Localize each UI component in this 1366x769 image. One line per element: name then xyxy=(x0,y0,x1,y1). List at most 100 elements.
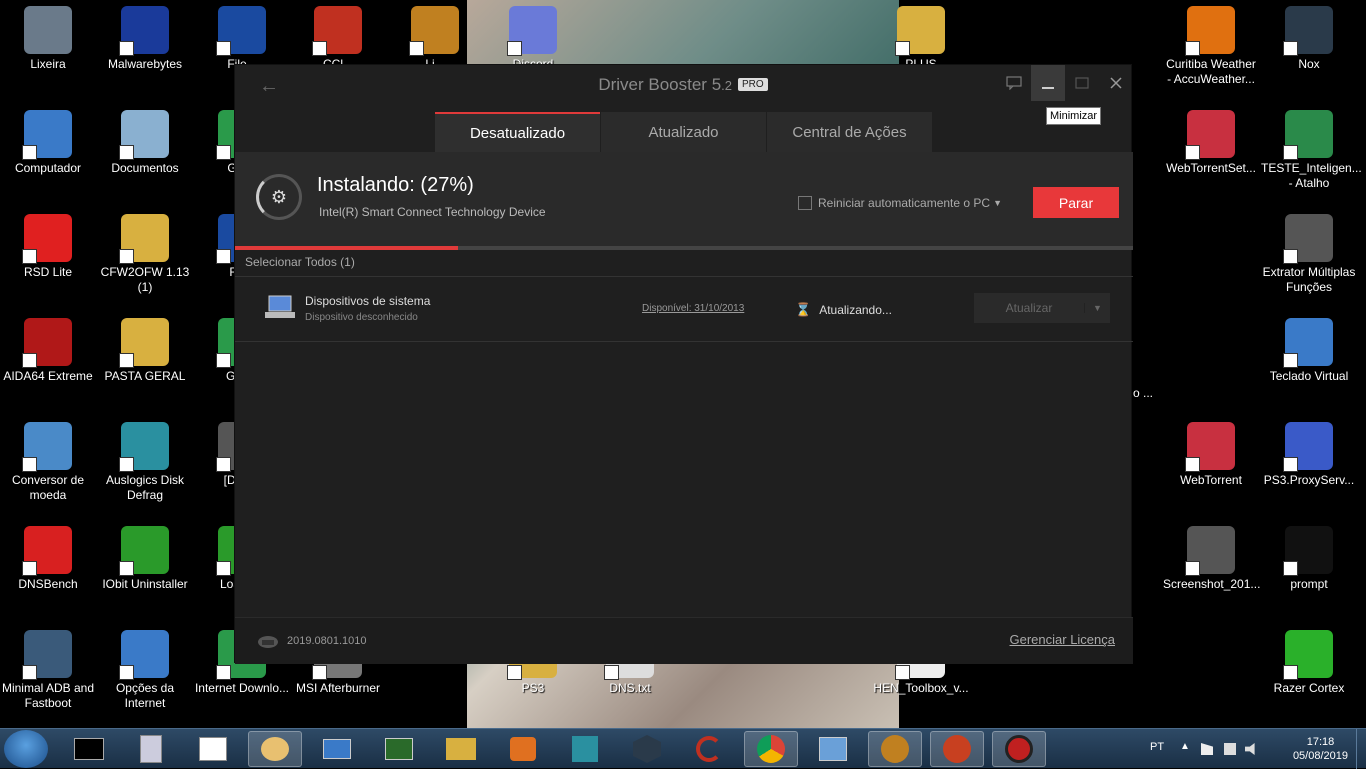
update-status: ⌛ Atualizando... xyxy=(795,302,892,318)
install-progress-bar xyxy=(235,246,1133,250)
auto-restart-checkbox[interactable]: Reiniciar automaticamente o PC ▼ xyxy=(798,196,1002,210)
network-icon[interactable] xyxy=(1224,743,1236,755)
database-version: 2019.0801.1010 xyxy=(257,633,367,649)
taskbar-ccleaner[interactable] xyxy=(682,731,736,767)
desktop-icon[interactable]: Screenshot_201... xyxy=(1163,520,1260,592)
app-icon xyxy=(1283,422,1333,472)
taskbar-app[interactable] xyxy=(310,731,364,767)
cloud-icon xyxy=(258,636,278,648)
chevron-up-icon[interactable]: ▲ xyxy=(1180,741,1190,752)
taskbar-control-panel[interactable] xyxy=(806,731,860,767)
desktop-icon[interactable]: Discord xyxy=(485,0,581,72)
taskbar-media[interactable] xyxy=(496,731,550,767)
desktop-icon[interactable]: Conversor de moeda xyxy=(0,416,96,503)
desktop-icon[interactable]: Lixeira xyxy=(0,0,96,72)
minimize-button[interactable] xyxy=(1031,65,1065,101)
desktop-icon-label: DNSBench xyxy=(18,577,78,591)
taskbar-driver-booster[interactable] xyxy=(992,731,1046,767)
hourglass-icon: ⌛ xyxy=(795,302,812,317)
desktop-icon[interactable]: prompt xyxy=(1261,520,1357,592)
desktop-icon[interactable]: Malwarebytes xyxy=(97,0,193,72)
manage-license-link[interactable]: Gerenciar Licença xyxy=(1010,632,1116,647)
desktop-icon[interactable]: Razer Cortex xyxy=(1261,624,1357,696)
taskbar-notepad[interactable] xyxy=(186,731,240,767)
tab-action-center[interactable]: Central de Ações xyxy=(767,112,932,152)
select-all-label[interactable]: Selecionar Todos (1) xyxy=(245,255,355,269)
app-icon xyxy=(22,630,72,680)
desktop-icon[interactable]: Teclado Virtual xyxy=(1261,312,1357,384)
desktop-icon[interactable]: Opções da Internet xyxy=(97,624,193,711)
app-icon xyxy=(119,6,169,56)
taskbar: PT ▲ 17:18 05/08/2019 xyxy=(0,728,1366,769)
taskbar-explorer[interactable] xyxy=(434,731,488,767)
taskbar-monitor[interactable] xyxy=(372,731,426,767)
minimize-tooltip: Minimizar xyxy=(1046,107,1102,125)
app-icon xyxy=(119,214,169,264)
chevron-down-icon[interactable]: ▼ xyxy=(993,198,1002,208)
taskbar-calculator[interactable] xyxy=(124,731,178,767)
desktop-icon[interactable]: WebTorrent xyxy=(1163,416,1259,488)
volume-icon[interactable] xyxy=(1245,743,1255,755)
install-status-title: Instalando: (27%) xyxy=(317,174,474,196)
desktop-icon[interactable]: PS3.ProxyServ... xyxy=(1261,416,1357,488)
taskbar-cmd[interactable] xyxy=(62,731,116,767)
desktop-icon[interactable]: CFW2OFW 1.13 (1) xyxy=(97,208,193,295)
chevron-down-icon[interactable]: ▼ xyxy=(1084,303,1110,313)
taskbar-nox[interactable] xyxy=(620,731,674,767)
app-icon xyxy=(1185,422,1235,472)
desktop-icon[interactable]: Extrator Múltiplas Funções xyxy=(1261,208,1357,295)
desktop-icon-label: Teclado Virtual xyxy=(1269,369,1349,383)
desktop-icon[interactable]: IObit Uninstaller xyxy=(97,520,193,592)
app-icon xyxy=(1185,110,1235,160)
close-button[interactable] xyxy=(1099,65,1133,101)
desktop-icon-label: Razer Cortex xyxy=(1273,681,1345,695)
maximize-button[interactable] xyxy=(1065,65,1099,101)
tab-outdated[interactable]: Desatualizado xyxy=(435,112,600,152)
feedback-icon[interactable] xyxy=(997,65,1031,101)
available-date-link[interactable]: Disponível: 31/10/2013 xyxy=(642,303,744,314)
desktop-icon[interactable]: Documentos xyxy=(97,104,193,176)
language-indicator[interactable]: PT xyxy=(1150,741,1164,753)
desktop-icon[interactable]: TESTE_Inteligen... - Atalho xyxy=(1261,104,1362,191)
desktop-icon[interactable]: AIDA64 Extreme xyxy=(0,312,96,384)
app-icon xyxy=(119,318,169,368)
taskbar-app-3[interactable] xyxy=(930,731,984,767)
taskbar-auslogics[interactable] xyxy=(558,731,612,767)
update-button-label[interactable]: Atualizar xyxy=(974,301,1084,315)
desktop-icon[interactable]: PLUS xyxy=(873,0,969,72)
desktop-icon-label: PS3.ProxyServ... xyxy=(1263,473,1355,487)
taskbar-chrome[interactable] xyxy=(744,731,798,767)
desktop-icon[interactable]: CCl... xyxy=(290,0,386,72)
desktop-icon[interactable]: RSD Lite xyxy=(0,208,96,280)
desktop-icon-label: PASTA GERAL xyxy=(104,369,186,383)
desktop-icon[interactable]: Auslogics Disk Defrag xyxy=(97,416,193,503)
app-icon xyxy=(1185,6,1235,56)
show-desktop-button[interactable] xyxy=(1356,729,1366,769)
version-text: 2019.0801.1010 xyxy=(287,635,367,647)
desktop-icon-label: Internet Downlo... xyxy=(194,681,290,695)
checkbox-box[interactable] xyxy=(798,196,812,210)
desktop-icon[interactable]: Curitiba Weather - AccuWeather... xyxy=(1163,0,1259,87)
stop-button[interactable]: Parar xyxy=(1033,187,1119,218)
desktop-icon-label: Conversor de moeda xyxy=(11,473,85,502)
desktop-icon[interactable]: Computador xyxy=(0,104,96,176)
pro-badge: PRO xyxy=(738,78,768,91)
desktop-icon[interactable]: File... xyxy=(194,0,290,72)
desktop-icon[interactable]: Li... xyxy=(387,0,483,72)
gear-icon: ⚙ xyxy=(256,174,302,220)
clock[interactable]: 17:18 05/08/2019 xyxy=(1293,735,1348,763)
taskbar-app-2[interactable] xyxy=(868,731,922,767)
update-button[interactable]: Atualizar ▼ xyxy=(974,293,1110,323)
desktop-icon[interactable]: Nox xyxy=(1261,0,1357,72)
desktop-icon[interactable]: PASTA GERAL xyxy=(97,312,193,384)
start-button[interactable] xyxy=(4,730,48,768)
desktop-icon[interactable]: WebTorrentSet... xyxy=(1163,104,1259,176)
taskbar-paint[interactable] xyxy=(248,731,302,767)
tab-updated[interactable]: Atualizado xyxy=(601,112,766,152)
desktop-icon[interactable]: DNSBench xyxy=(0,520,96,592)
desktop-icon-label: Minimal ADB and Fastboot xyxy=(1,681,95,710)
flag-icon[interactable] xyxy=(1201,743,1213,755)
app-icon xyxy=(1283,526,1333,576)
install-device-name: Intel(R) Smart Connect Technology Device xyxy=(319,205,546,219)
desktop-icon[interactable]: Minimal ADB and Fastboot xyxy=(0,624,96,711)
